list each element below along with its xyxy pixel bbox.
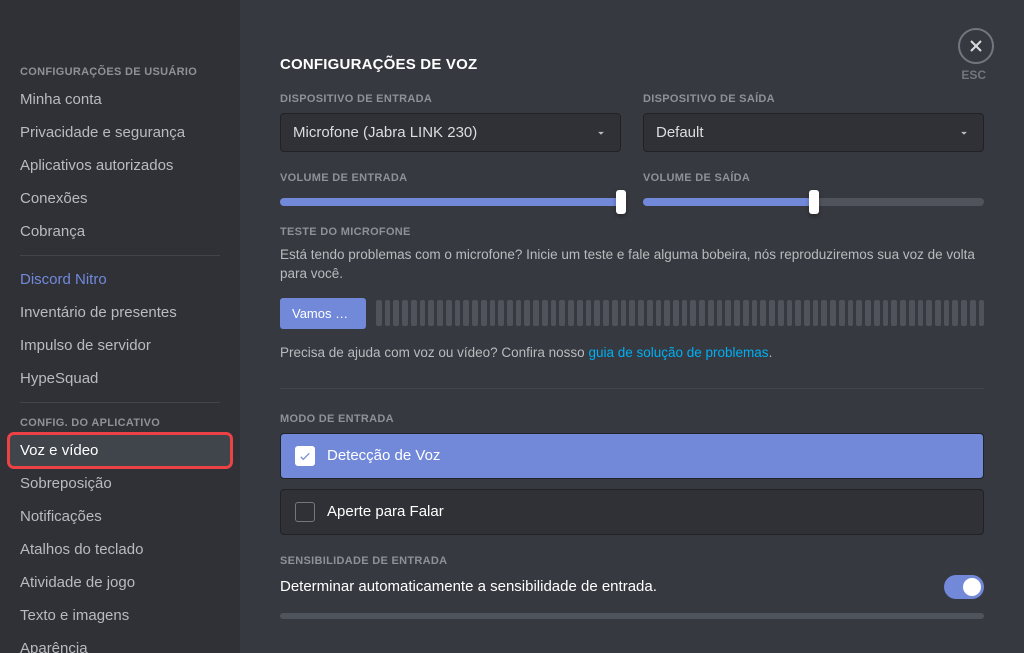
sidebar-item-keybinds[interactable]: Atalhos do teclado (10, 534, 230, 565)
esc-label: ESC (961, 68, 986, 82)
input-mode-label: MODO DE ENTRADA (280, 413, 984, 425)
checkbox-icon (295, 446, 315, 466)
section-divider (280, 388, 984, 389)
sidebar-item-voice-video[interactable]: Voz e vídeo (10, 435, 230, 466)
sidebar-item-billing[interactable]: Cobrança (10, 216, 230, 247)
input-volume-slider[interactable] (280, 198, 621, 206)
sidebar-header-app: CONFIG. DO APLICATIVO (10, 411, 230, 435)
sidebar-item-notifications[interactable]: Notificações (10, 501, 230, 532)
slider-thumb[interactable] (809, 190, 819, 214)
sensitivity-meter (280, 613, 984, 619)
mic-test-row: Vamos verif... (280, 298, 984, 329)
output-device-select[interactable]: Default (643, 113, 984, 152)
mic-test-button[interactable]: Vamos verif... (280, 298, 366, 329)
sidebar-item-game-activity[interactable]: Atividade de jogo (10, 567, 230, 598)
sidebar-item-authorized-apps[interactable]: Aplicativos autorizados (10, 150, 230, 181)
sidebar-divider (20, 402, 220, 403)
help-suffix: . (769, 345, 773, 360)
volume-row: VOLUME DE ENTRADA VOLUME DE SAÍDA (280, 172, 984, 206)
chevron-down-icon (957, 126, 971, 140)
auto-sensitivity-row: Determinar automaticamente a sensibilida… (280, 575, 984, 599)
mic-level-meter (376, 300, 984, 326)
radio-label: Aperte para Falar (327, 503, 444, 520)
device-row: DISPOSITIVO DE ENTRADA Microfone (Jabra … (280, 93, 984, 152)
output-device-label: DISPOSITIVO DE SAÍDA (643, 93, 984, 105)
output-volume-slider[interactable] (643, 198, 984, 206)
input-device-select[interactable]: Microfone (Jabra LINK 230) (280, 113, 621, 152)
sidebar-item-appearance[interactable]: Aparência (10, 633, 230, 653)
input-mode-push-to-talk[interactable]: Aperte para Falar (280, 489, 984, 535)
sidebar-item-account[interactable]: Minha conta (10, 84, 230, 115)
settings-main: ESC CONFIGURAÇÕES DE VOZ DISPOSITIVO DE … (240, 0, 1024, 653)
check-icon (298, 449, 312, 463)
toggle-knob (963, 578, 981, 596)
output-device-value: Default (656, 124, 704, 141)
help-text: Precisa de ajuda com voz ou vídeo? Confi… (280, 345, 984, 360)
sidebar-item-connections[interactable]: Conexões (10, 183, 230, 214)
sidebar-item-gift-inventory[interactable]: Inventário de presentes (10, 297, 230, 328)
input-mode-voice-activity[interactable]: Detecção de Voz (280, 433, 984, 479)
troubleshoot-link[interactable]: guia de solução de problemas (588, 345, 768, 360)
close-icon (968, 38, 984, 54)
slider-fill (280, 198, 621, 206)
sidebar-item-server-boost[interactable]: Impulso de servidor (10, 330, 230, 361)
mic-test-label: TESTE DO MICROFONE (280, 226, 984, 238)
slider-fill (643, 198, 814, 206)
sensitivity-label: SENSIBILIDADE DE ENTRADA (280, 555, 984, 567)
mic-test-description: Está tendo problemas com o microfone? In… (280, 246, 984, 284)
sidebar-item-privacy[interactable]: Privacidade e segurança (10, 117, 230, 148)
slider-thumb[interactable] (616, 190, 626, 214)
output-volume-label: VOLUME DE SAÍDA (643, 172, 984, 184)
sidebar-item-text-images[interactable]: Texto e imagens (10, 600, 230, 631)
chevron-down-icon (594, 126, 608, 140)
page-title: CONFIGURAÇÕES DE VOZ (280, 56, 984, 73)
radio-label: Detecção de Voz (327, 447, 440, 464)
close-button[interactable] (958, 28, 994, 64)
input-device-label: DISPOSITIVO DE ENTRADA (280, 93, 621, 105)
auto-sensitivity-toggle[interactable] (944, 575, 984, 599)
help-prefix: Precisa de ajuda com voz ou vídeo? Confi… (280, 345, 588, 360)
sidebar-item-nitro[interactable]: Discord Nitro (10, 264, 230, 295)
checkbox-icon (295, 502, 315, 522)
input-device-value: Microfone (Jabra LINK 230) (293, 124, 477, 141)
auto-sensitivity-label: Determinar automaticamente a sensibilida… (280, 578, 657, 595)
input-volume-label: VOLUME DE ENTRADA (280, 172, 621, 184)
sidebar-item-overlay[interactable]: Sobreposição (10, 468, 230, 499)
settings-sidebar: CONFIGURAÇÕES DE USUÁRIO Minha conta Pri… (0, 0, 240, 653)
sidebar-divider (20, 255, 220, 256)
sidebar-item-hypesquad[interactable]: HypeSquad (10, 363, 230, 394)
sidebar-header-user: CONFIGURAÇÕES DE USUÁRIO (10, 60, 230, 84)
